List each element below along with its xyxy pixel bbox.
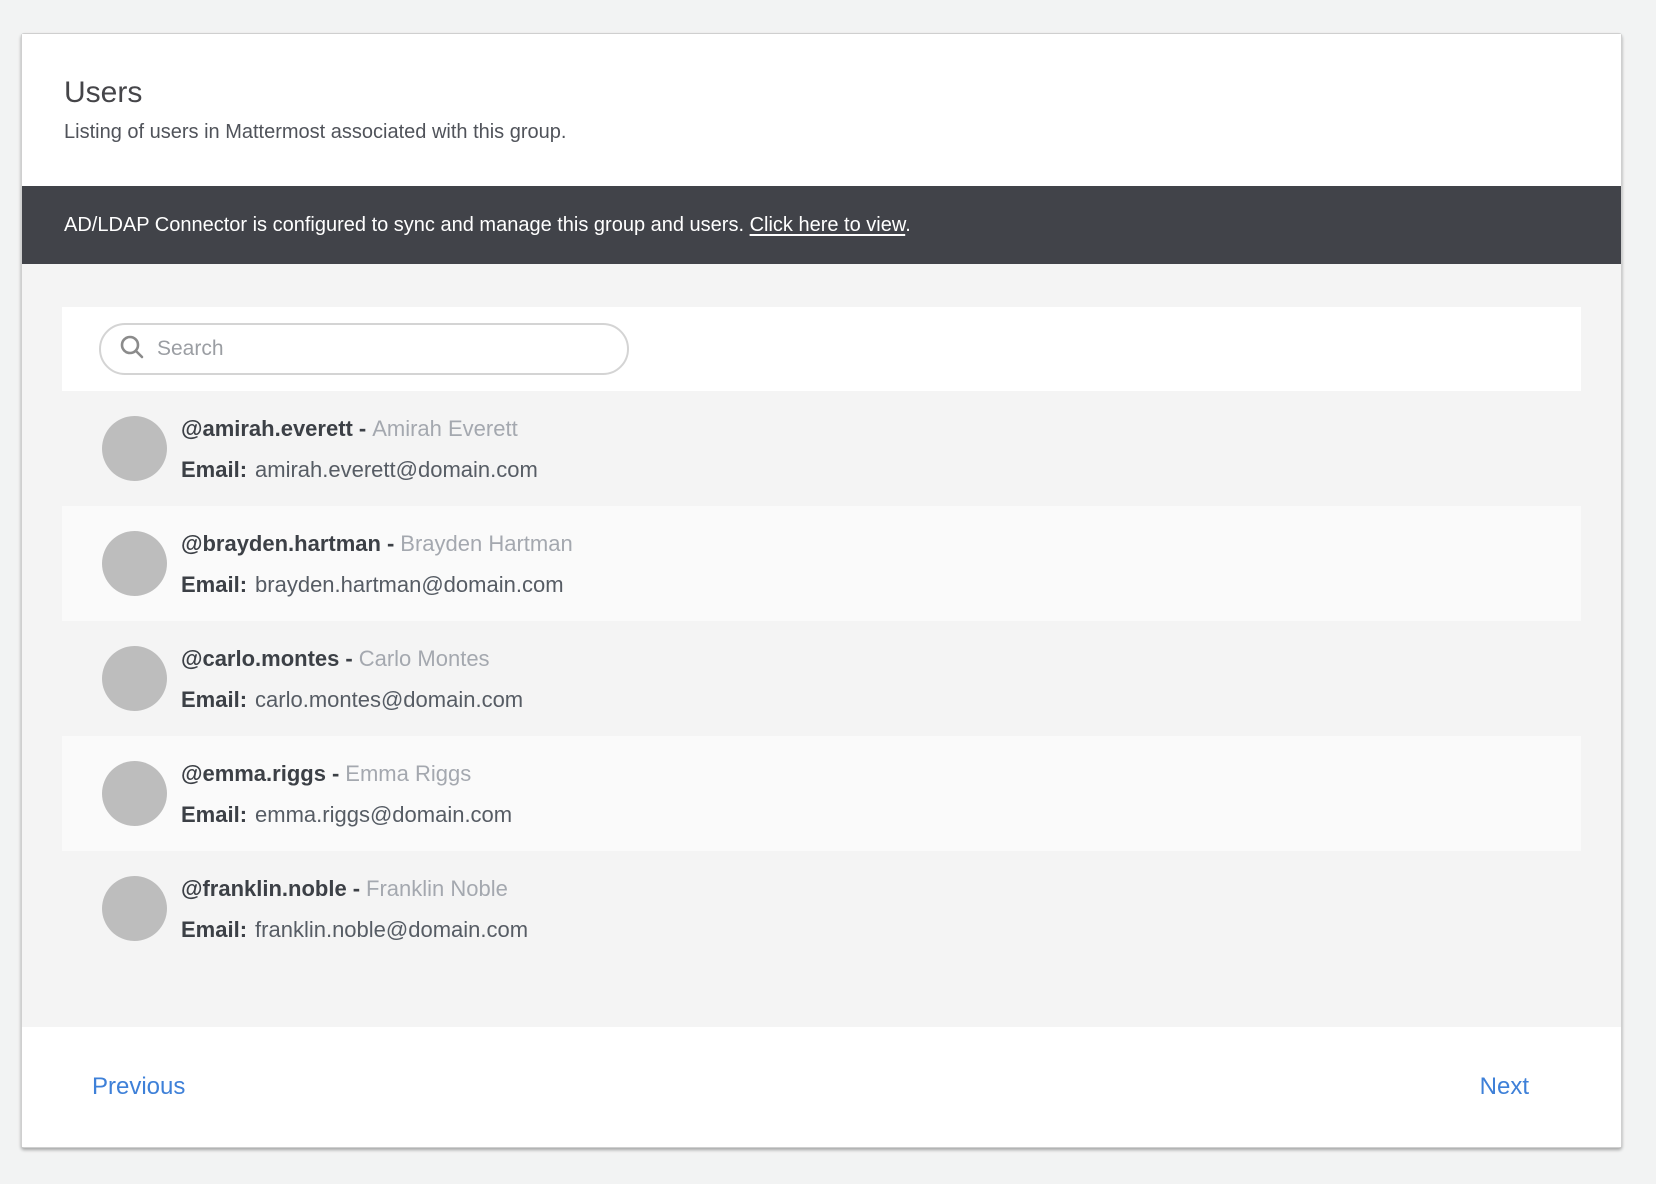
user-name-line: @amirah.everett-Amirah Everett	[181, 415, 538, 442]
banner-view-link[interactable]: Click here to view	[750, 214, 906, 236]
user-name-line: @carlo.montes-Carlo Montes	[181, 645, 523, 672]
user-username: @emma.riggs	[181, 761, 326, 786]
user-email-line: Email: emma.riggs@domain.com	[181, 801, 512, 828]
avatar-placeholder-icon	[102, 531, 167, 596]
email-label: Email:	[181, 802, 247, 827]
page-subtitle: Listing of users in Mattermost associate…	[64, 119, 1581, 146]
user-row[interactable]: @franklin.noble-Franklin Noble Email: fra…	[62, 851, 1581, 966]
user-email-line: Email: amirah.everett@domain.com	[181, 456, 538, 483]
search-input[interactable]	[157, 337, 609, 361]
user-info: @brayden.hartman-Brayden Hartman Email: b…	[181, 530, 573, 598]
user-full-name: Amirah Everett	[372, 416, 518, 441]
email-value: carlo.montes@domain.com	[255, 687, 523, 712]
user-full-name: Franklin Noble	[366, 876, 508, 901]
email-label: Email:	[181, 917, 247, 942]
user-info: @amirah.everett-Amirah Everett Email: ami…	[181, 415, 538, 483]
banner-text-after-link: .	[905, 214, 911, 236]
user-email-line: Email: brayden.hartman@domain.com	[181, 571, 573, 598]
panel-header: Users Listing of users in Mattermost ass…	[22, 34, 1621, 186]
username-separator: -	[359, 416, 366, 441]
page-title: Users	[64, 73, 1581, 113]
user-row[interactable]: @amirah.everett-Amirah Everett Email: ami…	[62, 391, 1581, 506]
panel-body: @amirah.everett-Amirah Everett Email:ami…	[22, 264, 1621, 1027]
banner-text: AD/LDAP Connector is configured to sync …	[64, 214, 911, 237]
users-panel: Users Listing of users in Mattermost ass…	[21, 33, 1622, 1148]
pagination-footer: Previous Next	[22, 1027, 1621, 1147]
user-username: @franklin.noble	[181, 876, 347, 901]
avatar-placeholder-icon	[102, 646, 167, 711]
email-value: brayden.hartman@domain.com	[255, 572, 563, 597]
email-value: amirah.everett@domain.com	[255, 457, 538, 482]
username-separator: -	[353, 876, 360, 901]
email-label: Email:	[181, 572, 247, 597]
user-name-line: @brayden.hartman-Brayden Hartman	[181, 530, 573, 557]
user-row[interactable]: @carlo.montes-Carlo Montes Email: carlo.m…	[62, 621, 1581, 736]
username-separator: -	[345, 646, 352, 671]
search-section	[62, 307, 1581, 391]
user-name-line: @emma.riggs-Emma Riggs	[181, 760, 512, 787]
user-info: @carlo.montes-Carlo Montes Email: carlo.m…	[181, 645, 523, 713]
banner-text-before-link: AD/LDAP Connector is configured to sync …	[64, 214, 750, 236]
email-value: emma.riggs@domain.com	[255, 802, 512, 827]
avatar-placeholder-icon	[102, 876, 167, 941]
ldap-sync-banner: AD/LDAP Connector is configured to sync …	[22, 186, 1621, 264]
email-label: Email:	[181, 687, 247, 712]
user-list: @amirah.everett-Amirah Everett Email:ami…	[62, 391, 1581, 966]
username-separator: -	[387, 531, 394, 556]
user-info: @franklin.noble-Franklin Noble Email: fra…	[181, 875, 528, 943]
username-separator: -	[332, 761, 339, 786]
user-row[interactable]: @emma.riggs-Emma Riggs Email: emma.riggs@…	[62, 736, 1581, 851]
email-label: Email:	[181, 457, 247, 482]
user-full-name: Emma Riggs	[345, 761, 471, 786]
email-value: franklin.noble@domain.com	[255, 917, 528, 942]
user-info: @emma.riggs-Emma Riggs Email: emma.riggs@…	[181, 760, 512, 828]
user-email-line: Email: franklin.noble@domain.com	[181, 916, 528, 943]
user-name-line: @franklin.noble-Franklin Noble	[181, 875, 528, 902]
user-username: @carlo.montes	[181, 646, 339, 671]
user-row[interactable]: @brayden.hartman-Brayden Hartman Email: b…	[62, 506, 1581, 621]
previous-page-link[interactable]: Previous	[92, 1073, 185, 1101]
avatar-placeholder-icon	[102, 416, 167, 481]
search-icon	[119, 334, 145, 365]
user-username: @amirah.everett	[181, 416, 353, 441]
avatar-placeholder-icon	[102, 761, 167, 826]
user-full-name: Carlo Montes	[359, 646, 490, 671]
user-email-line: Email: carlo.montes@domain.com	[181, 686, 523, 713]
user-username: @brayden.hartman	[181, 531, 381, 556]
search-box[interactable]	[99, 323, 629, 375]
user-full-name: Brayden Hartman	[400, 531, 572, 556]
next-page-link[interactable]: Next	[1480, 1073, 1529, 1101]
